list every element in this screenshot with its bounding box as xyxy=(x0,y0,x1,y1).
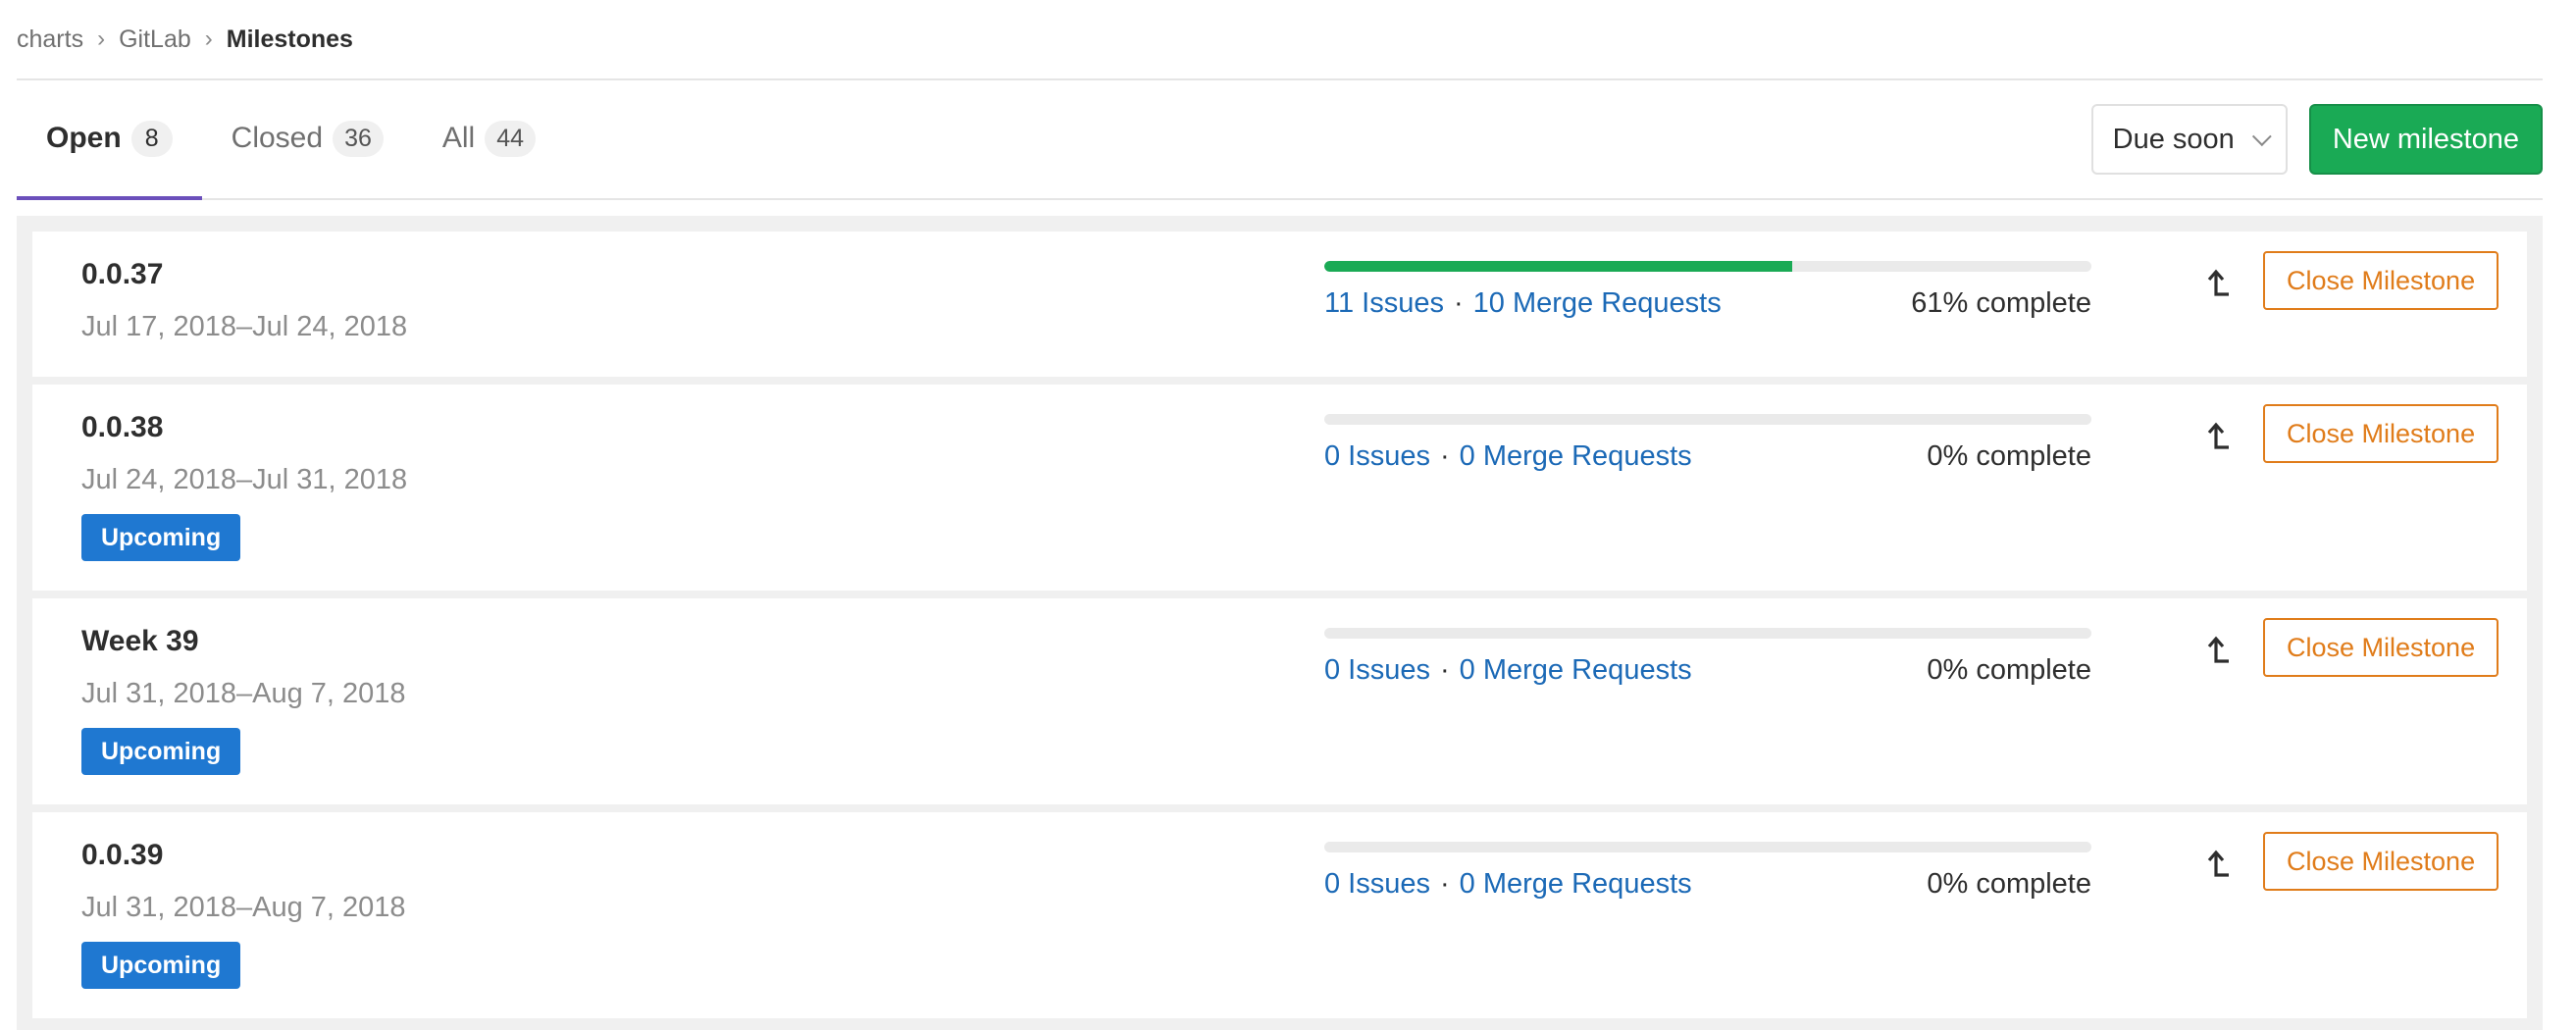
separator-dot: · xyxy=(1440,868,1450,900)
milestones-page: charts › GitLab › Milestones Open 8 Clos… xyxy=(0,0,2576,1032)
milestone-merge-requests-link[interactable]: 0 Merge Requests xyxy=(1460,654,1692,686)
milestone-stats: 11 Issues · 10 Merge Requests 61% complete xyxy=(1324,287,2091,320)
level-up-icon[interactable] xyxy=(2200,420,2236,455)
milestone-stats: 0 Issues · 0 Merge Requests 0% complete xyxy=(1324,868,2091,901)
milestone-row: Week 39 Jul 31, 2018–Aug 7, 2018 Upcomin… xyxy=(32,598,2527,804)
milestone-merge-requests-link[interactable]: 0 Merge Requests xyxy=(1460,868,1692,900)
milestone-complete-percent: 0% complete xyxy=(1927,654,2091,686)
tab-open-count: 8 xyxy=(130,120,173,157)
milestone-row: 0.0.38 Jul 24, 2018–Jul 31, 2018 Upcomin… xyxy=(32,385,2527,591)
milestone-title[interactable]: 0.0.39 xyxy=(81,838,406,873)
milestone-upcoming-badge: Upcoming xyxy=(81,728,241,775)
tab-closed-count: 36 xyxy=(333,120,384,157)
milestone-merge-requests-link[interactable]: 10 Merge Requests xyxy=(1473,287,1722,319)
breadcrumb-item-charts[interactable]: charts xyxy=(17,26,83,54)
milestone-info: 0.0.37 Jul 17, 2018–Jul 24, 2018 xyxy=(81,257,407,343)
separator-dot: · xyxy=(1453,287,1464,319)
milestone-complete-percent: 0% complete xyxy=(1927,440,2091,472)
close-milestone-button[interactable]: Close Milestone xyxy=(2263,832,2499,891)
close-milestone-button[interactable]: Close Milestone xyxy=(2263,618,2499,677)
milestone-progress-bar xyxy=(1324,842,2091,852)
milestone-title[interactable]: 0.0.37 xyxy=(81,257,407,292)
milestone-info: 0.0.39 Jul 31, 2018–Aug 7, 2018 Upcoming xyxy=(81,838,406,989)
milestone-upcoming-badge: Upcoming xyxy=(81,942,241,989)
milestone-progress-area: 11 Issues · 10 Merge Requests 61% complete xyxy=(1324,261,2091,320)
milestone-issues-link[interactable]: 0 Issues xyxy=(1324,440,1430,472)
level-up-icon[interactable] xyxy=(2200,848,2236,883)
milestone-dates: Jul 31, 2018–Aug 7, 2018 xyxy=(81,892,406,923)
milestone-stats: 0 Issues · 0 Merge Requests 0% complete xyxy=(1324,654,2091,687)
tab-open-label: Open xyxy=(46,122,122,154)
milestone-title[interactable]: 0.0.38 xyxy=(81,410,407,445)
milestone-row: 0.0.39 Jul 31, 2018–Aug 7, 2018 Upcoming… xyxy=(32,812,2527,1018)
tab-open[interactable]: Open 8 xyxy=(17,80,202,200)
milestone-row: 0.0.37 Jul 17, 2018–Jul 24, 2018 11 Issu… xyxy=(32,232,2527,377)
tab-closed-label: Closed xyxy=(231,122,324,154)
milestone-complete-percent: 0% complete xyxy=(1927,868,2091,900)
level-up-icon[interactable] xyxy=(2200,267,2236,302)
milestone-progress-bar xyxy=(1324,628,2091,639)
milestone-links: 0 Issues · 0 Merge Requests xyxy=(1324,868,1692,901)
level-up-icon[interactable] xyxy=(2200,634,2236,669)
milestone-complete-percent: 61% complete xyxy=(1911,287,2091,319)
milestone-links: 0 Issues · 0 Merge Requests xyxy=(1324,440,1692,473)
milestone-progress-bar xyxy=(1324,414,2091,425)
breadcrumb: charts › GitLab › Milestones xyxy=(17,0,2543,80)
breadcrumb-separator-icon: › xyxy=(97,26,106,52)
milestone-progress-bar xyxy=(1324,261,2091,272)
milestone-info: 0.0.38 Jul 24, 2018–Jul 31, 2018 Upcomin… xyxy=(81,410,407,561)
milestone-list: 0.0.37 Jul 17, 2018–Jul 24, 2018 11 Issu… xyxy=(17,216,2543,1030)
milestone-title[interactable]: Week 39 xyxy=(81,624,406,659)
milestone-dates: Jul 17, 2018–Jul 24, 2018 xyxy=(81,311,408,342)
new-milestone-button[interactable]: New milestone xyxy=(2308,104,2543,175)
chevron-down-icon xyxy=(2251,127,2272,147)
milestone-upcoming-badge: Upcoming xyxy=(81,514,241,561)
milestone-progress-fill xyxy=(1324,261,1793,272)
milestone-progress-area: 0 Issues · 0 Merge Requests 0% complete xyxy=(1324,414,2091,473)
tab-all-label: All xyxy=(441,122,476,154)
milestone-issues-link[interactable]: 0 Issues xyxy=(1324,868,1430,900)
milestone-dates: Jul 31, 2018–Aug 7, 2018 xyxy=(81,678,406,709)
tab-closed[interactable]: Closed 36 xyxy=(202,80,413,200)
breadcrumb-current: Milestones xyxy=(226,25,353,53)
milestone-actions: Due soon New milestone xyxy=(2090,80,2543,198)
milestone-stats: 0 Issues · 0 Merge Requests 0% complete xyxy=(1324,440,2091,473)
milestone-progress-area: 0 Issues · 0 Merge Requests 0% complete xyxy=(1324,628,2091,687)
separator-dot: · xyxy=(1440,440,1450,472)
breadcrumb-separator-icon: › xyxy=(204,26,213,52)
milestone-tabs: Open 8 Closed 36 All 44 xyxy=(17,80,565,200)
tab-all-count: 44 xyxy=(485,120,537,157)
milestone-merge-requests-link[interactable]: 0 Merge Requests xyxy=(1460,440,1692,472)
milestone-tabs-bar: Open 8 Closed 36 All 44 Due soon New mil… xyxy=(17,80,2543,200)
sort-dropdown[interactable]: Due soon xyxy=(2090,104,2288,175)
close-milestone-button[interactable]: Close Milestone xyxy=(2263,251,2499,310)
separator-dot: · xyxy=(1440,654,1450,686)
milestone-issues-link[interactable]: 11 Issues xyxy=(1324,287,1444,319)
milestone-progress-area: 0 Issues · 0 Merge Requests 0% complete xyxy=(1324,842,2091,901)
sort-dropdown-label: Due soon xyxy=(2112,123,2235,155)
milestone-issues-link[interactable]: 0 Issues xyxy=(1324,654,1430,686)
close-milestone-button[interactable]: Close Milestone xyxy=(2263,404,2499,463)
milestone-dates: Jul 24, 2018–Jul 31, 2018 xyxy=(81,464,408,495)
milestone-links: 11 Issues · 10 Merge Requests xyxy=(1324,287,1722,320)
milestone-info: Week 39 Jul 31, 2018–Aug 7, 2018 Upcomin… xyxy=(81,624,406,775)
milestone-links: 0 Issues · 0 Merge Requests xyxy=(1324,654,1692,687)
tab-all[interactable]: All 44 xyxy=(413,80,565,200)
breadcrumb-item-gitlab[interactable]: GitLab xyxy=(119,26,191,54)
